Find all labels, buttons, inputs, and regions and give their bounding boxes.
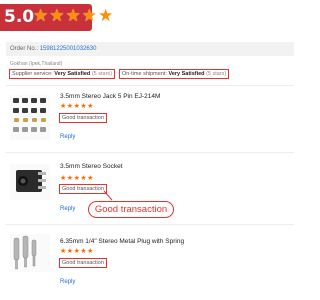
star-icon: ★ [80, 175, 87, 182]
good-transaction-callout: Good transaction [88, 201, 174, 218]
star-icon: ★ [60, 103, 67, 110]
star-icon: ★ [80, 248, 87, 255]
star-icon: ★ [73, 248, 80, 255]
reply-link[interactable]: Reply [60, 206, 75, 212]
on-time-shipment-value: Very Satisfied [168, 71, 205, 77]
star-icon: ★ [80, 103, 87, 110]
reply-link[interactable]: Reply [60, 134, 75, 140]
star-icon: ★ [60, 175, 67, 182]
supplier-service-value: Very Satisfied [54, 71, 91, 77]
star-icon: ★ [98, 6, 114, 25]
star-icon: ★ [65, 6, 81, 25]
star-icon: ★ [87, 175, 94, 182]
on-time-shipment-rating: On-time shipment: Very Satisfied (5 star… [119, 69, 230, 79]
product-rating-stars: ★ ★ ★ ★ ★ [60, 248, 93, 255]
product-title-link[interactable]: 3.5mm Stereo Socket [60, 163, 123, 170]
divider [6, 85, 294, 86]
rating-score: 5.0 [4, 7, 35, 27]
star-icon: ★ [73, 103, 80, 110]
product-rating-stars: ★ ★ ★ ★ ★ [60, 175, 93, 182]
product-image-metal-plug[interactable] [10, 234, 50, 272]
order-number-link[interactable]: 15981225001032630 [40, 46, 97, 52]
divider [6, 224, 294, 225]
supplier-service-count: (5 stars) [91, 71, 112, 77]
star-icon: ★ [60, 248, 67, 255]
star-icon: ★ [87, 103, 94, 110]
star-icon: ★ [73, 175, 80, 182]
on-time-shipment-label: On-time shipment: [122, 71, 167, 77]
product-title-link[interactable]: 6.35mm 1/4" Stereo Metal Plug with Sprin… [60, 238, 184, 245]
star-icon: ★ [66, 103, 74, 110]
product-title-link[interactable]: 3.5mm Stereo Jack 5 Pin EJ-214M [60, 93, 160, 100]
rating-stars: ★ ★ ★ ★ ★ [33, 5, 113, 27]
review-text: Good transaction [59, 113, 107, 123]
star-icon: ★ [81, 6, 97, 25]
order-label: Order No.: [10, 46, 39, 52]
on-time-shipment-count: (5 stars) [206, 71, 227, 77]
review-text: Good transaction [59, 258, 107, 268]
product-image-audio-jack[interactable] [10, 95, 50, 140]
rating-banner: 5.0 ★ ★ ★ ★ ★ [0, 0, 125, 34]
product-rating-stars: ★ ★ ★ ★ ★ [60, 103, 93, 110]
star-icon: ★ [33, 6, 49, 25]
star-icon: ★ [66, 175, 74, 182]
reply-link[interactable]: Reply [60, 279, 75, 285]
divider [6, 152, 294, 153]
star-icon: ★ [66, 248, 74, 255]
supplier-service-label: Supplier service: [12, 71, 53, 77]
star-icon: ★ [87, 248, 94, 255]
order-bar: Order No.: 15981225001032630 [6, 42, 294, 56]
product-image-stereo-socket[interactable] [10, 164, 50, 200]
star-icon: ★ [49, 6, 65, 25]
supplier-service-rating: Supplier service: Very Satisfied (5 star… [9, 69, 115, 79]
review-text: Good transaction [59, 184, 107, 194]
buyer-location: Gokhan (Ipek,Thailand) [10, 61, 63, 67]
